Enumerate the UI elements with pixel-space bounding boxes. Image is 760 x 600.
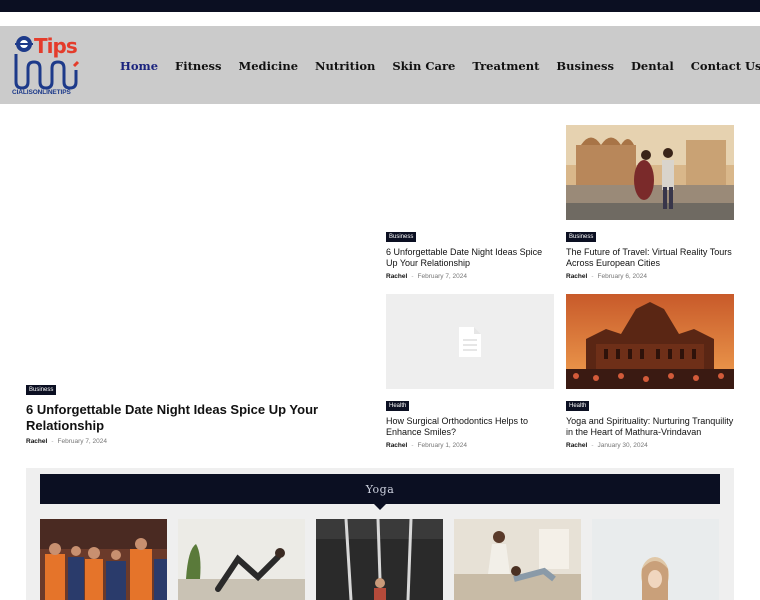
yoga-thumbnail[interactable] [454, 519, 581, 600]
meta-separator: - [411, 273, 414, 280]
nav-nutrition[interactable]: Nutrition [315, 59, 375, 73]
header-pointer-arrow [374, 504, 386, 510]
post-card[interactable]: Health Yoga and Spirituality: Nurturing … [566, 394, 734, 449]
featured-author[interactable]: Rachel [26, 438, 47, 445]
yoga-kids-photo [454, 519, 581, 600]
post-author[interactable]: Rachel [386, 442, 407, 449]
yoga-meditation-photo [592, 519, 719, 600]
yoga-crowd-photo [40, 519, 167, 600]
meta-separator: - [591, 442, 594, 449]
temple-photo [566, 294, 734, 389]
nav-skin-care[interactable]: Skin Care [392, 59, 455, 73]
nav-treatment[interactable]: Treatment [472, 59, 539, 73]
yoga-section: Yoga [26, 468, 734, 600]
yoga-thumbnail[interactable] [316, 519, 443, 600]
yoga-heading[interactable]: Yoga [366, 483, 395, 496]
post-date: February 7, 2024 [417, 273, 468, 280]
main-nav: Home Fitness Medicine Nutrition Skin Car… [120, 59, 760, 73]
post-category-badge[interactable]: Business [386, 232, 417, 242]
post-category-badge[interactable]: Business [566, 232, 597, 242]
logo-word: Tips [34, 34, 78, 58]
post-meta: Rachel - February 1, 2024 [386, 442, 554, 449]
nav-fitness[interactable]: Fitness [175, 59, 221, 73]
post-date: February 1, 2024 [417, 442, 468, 449]
post-category-badge[interactable]: Health [386, 401, 410, 411]
nav-contact-us[interactable]: Contact Us [691, 59, 760, 73]
post-thumbnail-venice[interactable] [566, 125, 734, 220]
yoga-section-header: Yoga [40, 474, 720, 504]
post-card[interactable]: Business 6 Unforgettable Date Night Idea… [386, 225, 554, 280]
post-author[interactable]: Rachel [566, 442, 587, 449]
yoga-thumbnail[interactable] [178, 519, 305, 600]
post-thumbnail-placeholder[interactable] [386, 294, 554, 389]
post-category-badge[interactable]: Health [566, 401, 590, 411]
nav-medicine[interactable]: Medicine [239, 59, 299, 73]
meta-separator: - [591, 273, 594, 280]
meta-separator: - [411, 442, 414, 449]
nav-home[interactable]: Home [120, 59, 158, 73]
featured-date: February 7, 2024 [57, 438, 108, 445]
post-card[interactable]: Business The Future of Travel: Virtual R… [566, 225, 734, 280]
post-date: January 30, 2024 [597, 442, 648, 449]
post-title[interactable]: Yoga and Spirituality: Nurturing Tranqui… [566, 416, 734, 438]
post-meta: Rachel - February 7, 2024 [386, 273, 554, 280]
featured-post[interactable]: Business 6 Unforgettable Date Night Idea… [26, 378, 356, 445]
post-title[interactable]: How Surgical Orthodontics Helps to Enhan… [386, 416, 554, 438]
nav-dental[interactable]: Dental [631, 59, 674, 73]
featured-meta: Rachel - February 7, 2024 [26, 438, 356, 445]
nav-business[interactable]: Business [556, 59, 614, 73]
post-author[interactable]: Rachel [566, 273, 587, 280]
site-logo[interactable]: Tips CIALISONLINETIPS [12, 32, 84, 98]
post-meta: Rachel - February 6, 2024 [566, 273, 734, 280]
featured-category-badge[interactable]: Business [26, 385, 57, 395]
post-date: February 6, 2024 [597, 273, 648, 280]
yoga-thumbnail[interactable] [592, 519, 719, 600]
venice-photo [566, 125, 734, 220]
post-card[interactable]: Health How Surgical Orthodontics Helps t… [386, 394, 554, 449]
post-thumbnail-temple[interactable] [566, 294, 734, 389]
top-bar [0, 0, 760, 12]
featured-title[interactable]: 6 Unforgettable Date Night Ideas Spice U… [26, 402, 356, 434]
post-meta: Rachel - January 30, 2024 [566, 442, 734, 449]
meta-separator: - [51, 438, 54, 445]
post-title[interactable]: 6 Unforgettable Date Night Ideas Spice U… [386, 247, 554, 269]
post-title[interactable]: The Future of Travel: Virtual Reality To… [566, 247, 734, 269]
yoga-pose-photo [178, 519, 305, 600]
aerial-yoga-photo [316, 519, 443, 600]
post-author[interactable]: Rachel [386, 273, 407, 280]
site-header: Tips CIALISONLINETIPS Home Fitness Medic… [0, 26, 760, 104]
yoga-thumbnail[interactable] [40, 519, 167, 600]
document-icon [459, 326, 481, 357]
logo-brand: CIALISONLINETIPS [12, 89, 71, 96]
